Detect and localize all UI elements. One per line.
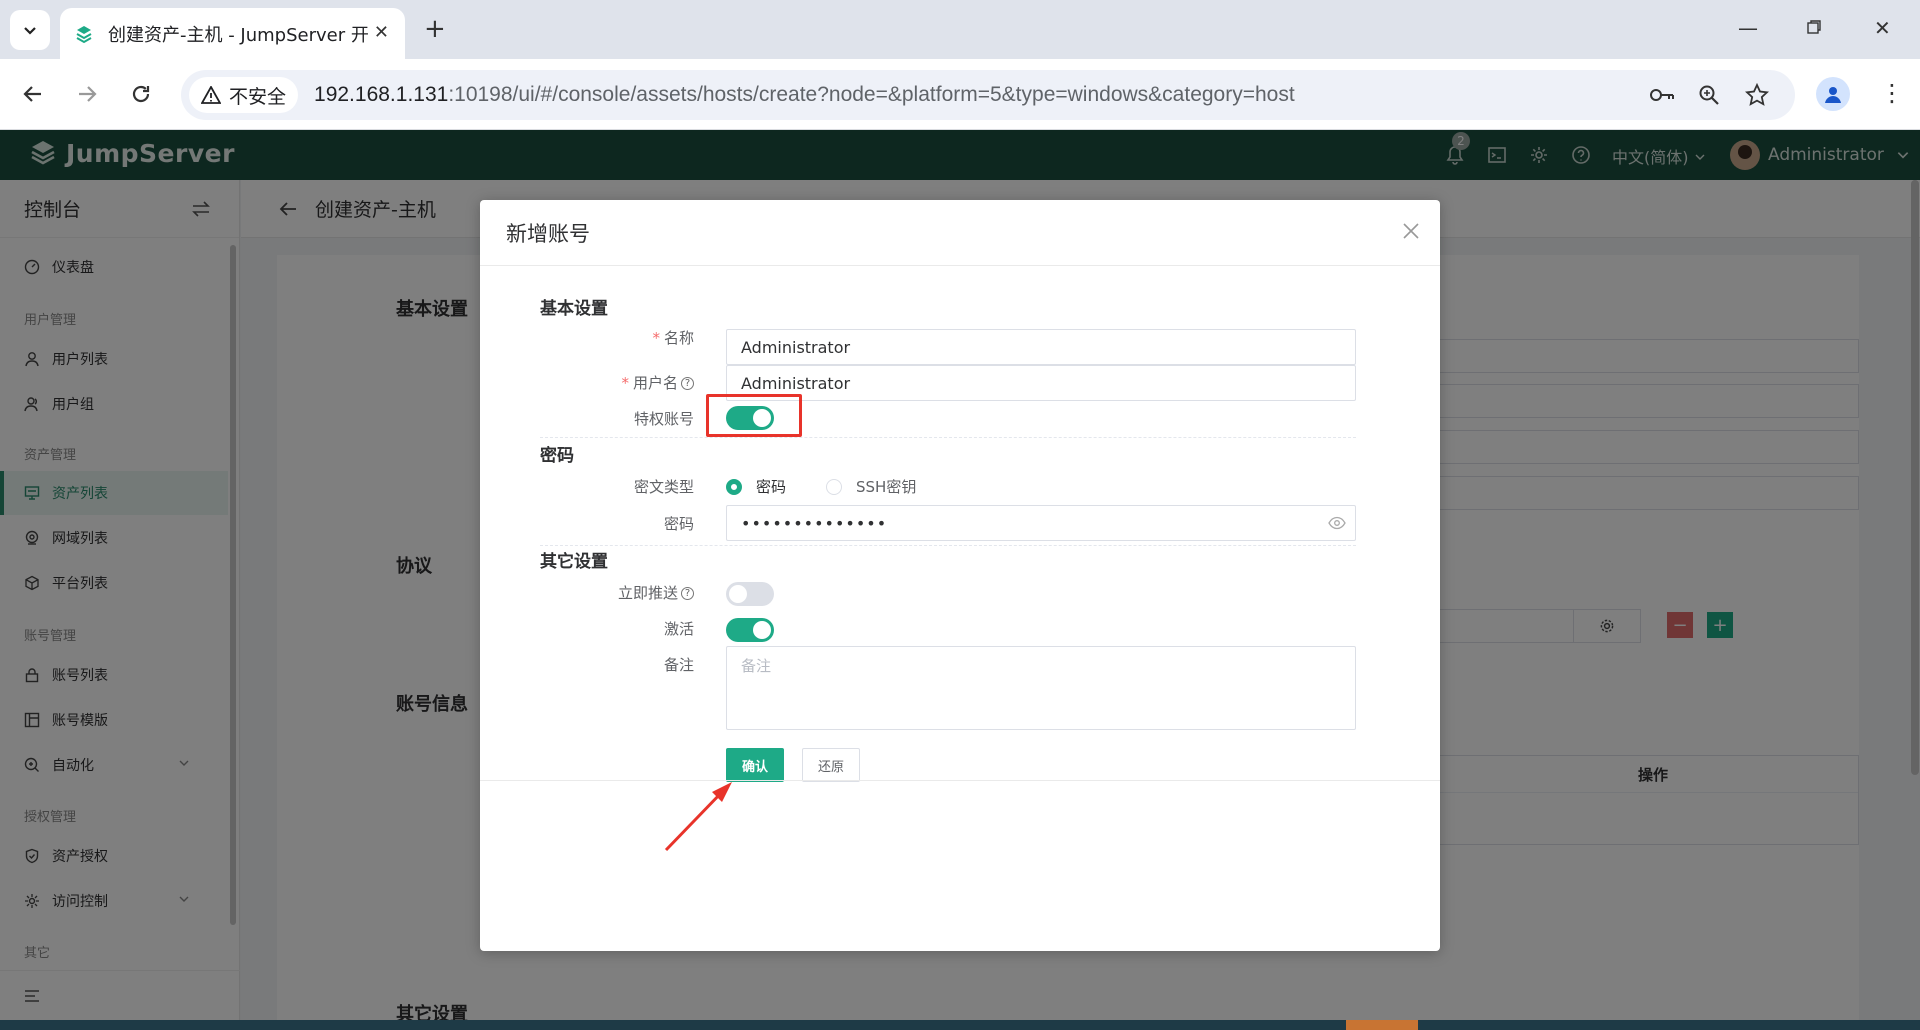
address-bar[interactable]: 不安全 192.168.1.131:10198/ui/#/console/ass… [181,70,1795,120]
security-label: 不安全 [229,85,287,108]
eye-icon[interactable] [1328,516,1346,530]
bookmark-star-icon[interactable] [1745,83,1769,107]
jumpserver-favicon-icon [76,25,92,43]
username-input[interactable] [726,365,1356,401]
restore-icon[interactable] [1806,16,1822,40]
dialog-header: 新增账号 [480,200,1440,266]
highlight-annotation-box [706,394,802,437]
help-icon: ? [681,377,694,390]
password-label: 密码 [663,515,694,533]
tab-search-button[interactable] [10,10,50,50]
zoom-icon[interactable] [1697,83,1721,107]
url-host: 192.168.1.131 [314,83,449,106]
minimize-icon[interactable]: — [1738,16,1758,40]
back-icon[interactable] [18,79,48,109]
tab-close-icon[interactable]: ✕ [374,22,389,43]
confirm-button[interactable]: 确认 [726,748,784,782]
form-section-basic: 基本设置 [540,299,608,319]
browser-tab-bar: 创建资产-主机 - JumpServer 开 ✕ + — ✕ [0,0,1920,59]
password-input[interactable] [726,505,1356,541]
window-close-icon[interactable]: ✕ [1874,16,1891,40]
form-divider [540,545,1356,546]
url-path: :10198/ui/#/console/assets/hosts/create?… [448,83,1295,106]
url-text[interactable]: 192.168.1.131:10198/ui/#/console/assets/… [314,83,1295,107]
security-chip[interactable]: 不安全 [189,77,299,113]
browser-toolbar: 不安全 192.168.1.131:10198/ui/#/console/ass… [0,59,1920,130]
annotation-arrow [664,782,732,852]
reload-icon[interactable] [126,79,156,109]
name-label: * 名称 [652,329,694,347]
radio-label: 密码 [756,478,787,496]
reset-button[interactable]: 还原 [802,748,860,782]
push-now-switch[interactable] [726,582,774,606]
radio-secret-password[interactable]: 密码 [726,476,786,497]
username-label: * 用户名? [621,372,694,393]
key-icon[interactable] [1648,83,1676,107]
dialog-title: 新增账号 [506,221,590,246]
close-icon[interactable] [1402,222,1420,240]
radio-dot [726,478,742,495]
taskbar-strip [0,1020,1920,1030]
radio-dot [826,478,842,495]
name-input[interactable] [726,329,1356,365]
active-switch[interactable] [726,618,774,642]
dialog-footer [480,780,1440,781]
radio-label: SSH密钥 [856,478,917,496]
browser-menu-icon[interactable]: ⋮ [1880,79,1904,107]
privileged-label: 特权账号 [633,410,694,428]
new-tab-button[interactable]: + [424,14,446,44]
comment-textarea[interactable] [726,646,1356,730]
profile-avatar-icon[interactable] [1816,77,1850,111]
form-section-other: 其它设置 [540,552,608,572]
taskbar-highlight [1346,1020,1418,1030]
secret-type-label: 密文类型 [633,478,694,496]
form-section-password: 密码 [540,446,574,466]
forward-icon[interactable] [72,79,102,109]
comment-label: 备注 [663,656,694,674]
form-divider [540,437,1356,438]
radio-secret-ssh-key[interactable]: SSH密钥 [826,476,916,497]
warning-icon [201,86,221,104]
browser-tab-active[interactable]: 创建资产-主机 - JumpServer 开 ✕ [60,8,405,59]
push-now-label: 立即推送? [618,582,694,603]
help-icon: ? [681,587,694,600]
chevron-down-icon [24,27,36,35]
active-label: 激活 [663,620,694,638]
tab-title: 创建资产-主机 - JumpServer 开 [108,24,368,46]
add-account-dialog: 新增账号 基本设置 *名称 *用户名? 特权账号 密码 密文类型 密码 SSH密… [480,200,1440,951]
